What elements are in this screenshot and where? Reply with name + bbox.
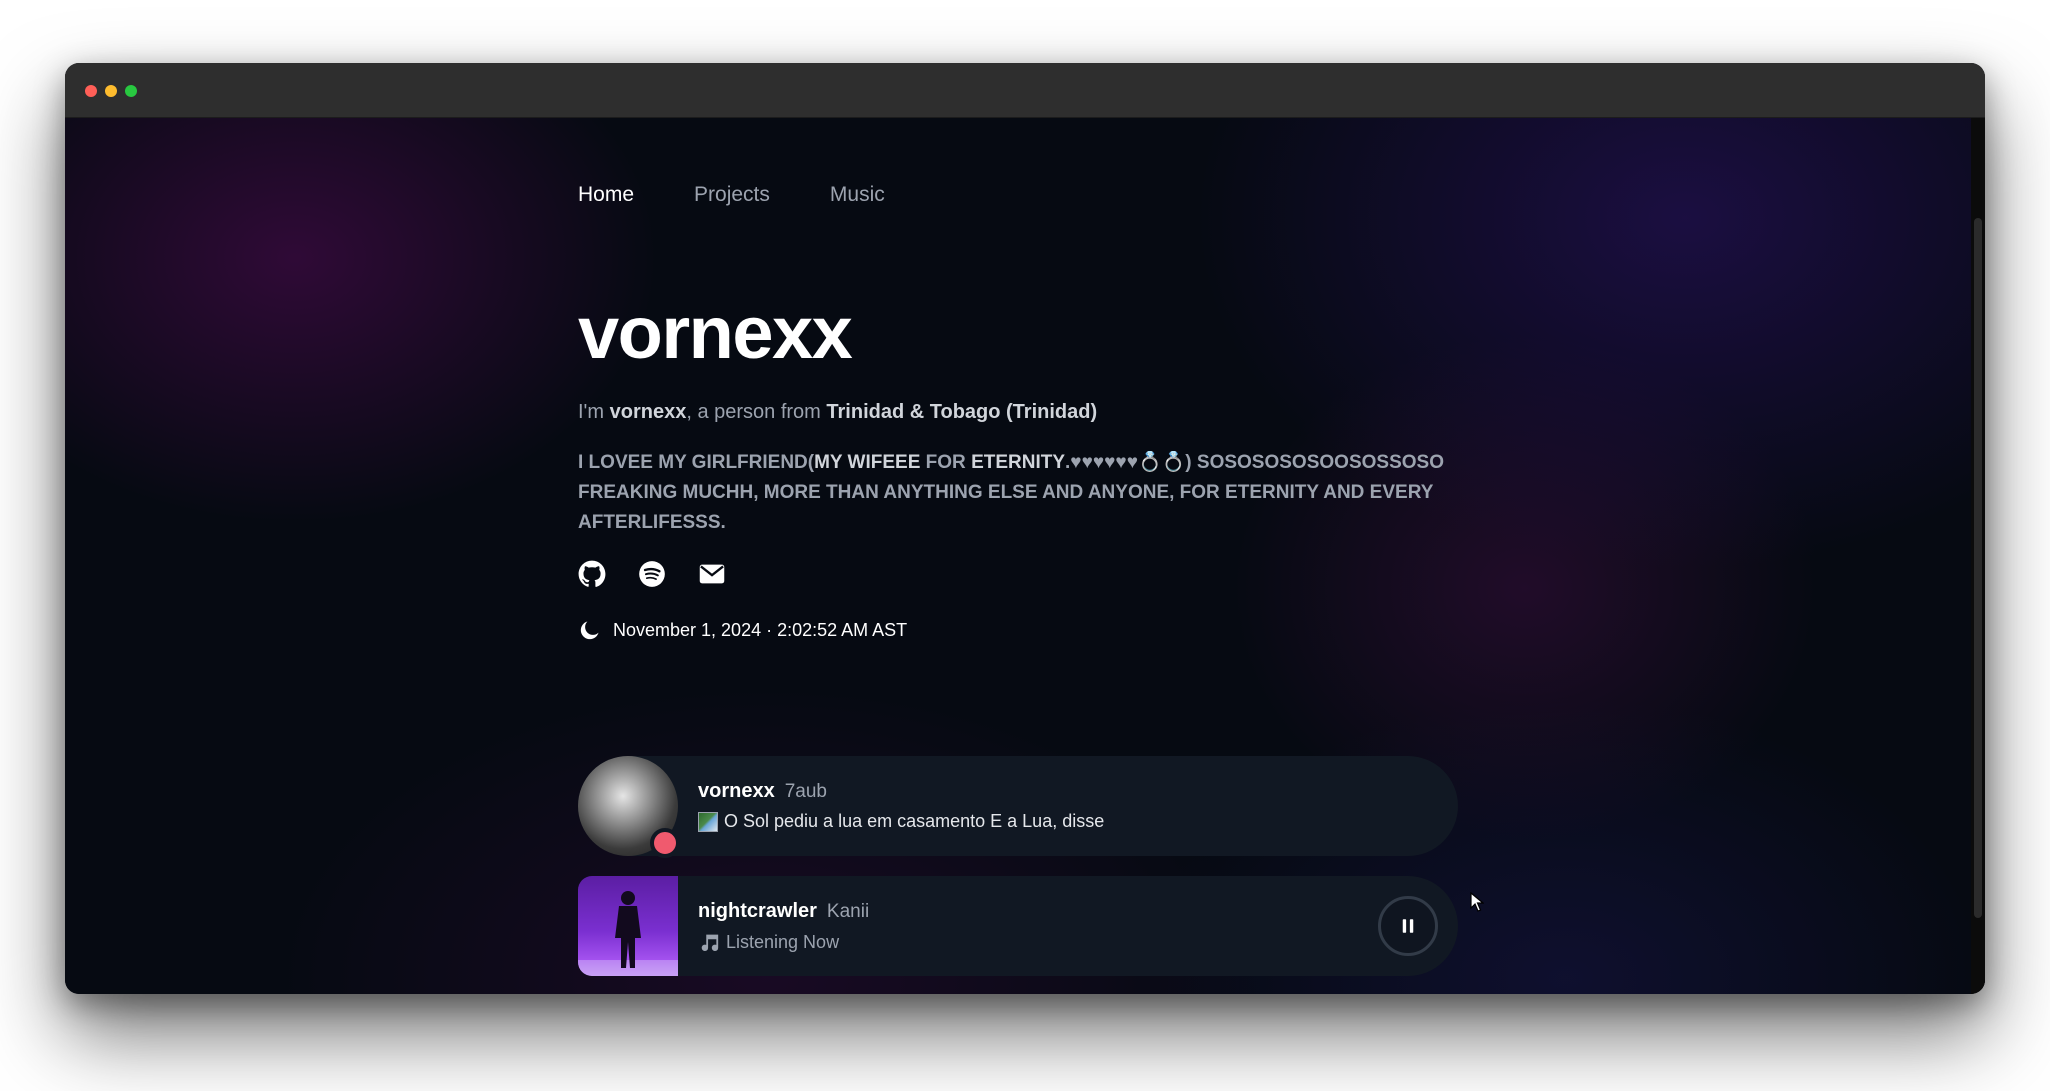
track-title: nightcrawler xyxy=(698,900,817,922)
spotify-link[interactable] xyxy=(638,560,666,588)
discord-username: vornexx xyxy=(698,780,775,802)
local-datetime: November 1, 2024 · 2:02:52 AM AST xyxy=(578,618,907,642)
nav-projects-link[interactable]: Projects xyxy=(694,183,770,207)
window-titlebar xyxy=(65,63,1985,118)
close-window-button[interactable] xyxy=(85,85,97,97)
minimize-window-button[interactable] xyxy=(105,85,117,97)
moon-icon xyxy=(580,621,599,640)
browser-window: Home Projects Music vornexx I'm vornexx,… xyxy=(65,63,1985,994)
intro-prefix: I'm xyxy=(578,401,605,423)
mouse-cursor-icon xyxy=(1470,892,1484,912)
album-cover xyxy=(578,876,678,976)
intro-location: Trinidad & Tobago (Trinidad) xyxy=(826,401,1098,423)
discord-status-text: O Sol pediu a lua em casamento E a Lua, … xyxy=(724,811,1105,831)
bio-part-1: I LOVEE MY GIRLFRIEND( xyxy=(578,452,815,473)
music-note-icon xyxy=(701,934,719,952)
bio-emphasis-1: MY WIFEEE xyxy=(814,452,921,473)
datetime-text: November 1, 2024 · 2:02:52 AM AST xyxy=(613,619,908,640)
album-art-figure xyxy=(578,891,678,976)
nav-music-link[interactable]: Music xyxy=(830,183,885,207)
bio-text: I LOVEE MY GIRLFRIEND(MY WIFEEE FOR ETER… xyxy=(578,448,1448,538)
spotify-icon xyxy=(639,561,665,587)
listening-status-text: Listening Now xyxy=(726,931,840,952)
track-artist: Kanii xyxy=(826,901,870,922)
github-icon xyxy=(578,560,606,587)
scrollbar-thumb[interactable] xyxy=(1974,218,1982,918)
page-scrollbar[interactable] xyxy=(1971,118,1985,994)
page-viewport: Home Projects Music vornexx I'm vornexx,… xyxy=(65,118,1985,994)
bio-emphasis-2: ETERNITY xyxy=(971,452,1066,473)
nav-home-link[interactable]: Home xyxy=(578,183,634,207)
mail-icon xyxy=(699,564,725,584)
discord-avatar-wrapper xyxy=(578,756,680,858)
bio-part-3: .♥♥♥♥♥♥💍💍) xyxy=(1065,452,1192,473)
now-playing-card: nightcrawler Kanii Listening Now xyxy=(578,876,1458,976)
track-line: nightcrawler Kanii xyxy=(698,900,869,923)
discord-tag: 7aub xyxy=(784,781,827,802)
maximize-window-button[interactable] xyxy=(125,85,137,97)
custom-status-emoji-icon xyxy=(698,811,718,832)
email-link[interactable] xyxy=(698,560,726,588)
discord-status-card: vornexx 7aub O Sol pediu a lua em casame… xyxy=(578,756,1458,858)
intro-text: I'm vornexx, a person from Trinidad & To… xyxy=(578,401,1097,424)
pause-icon xyxy=(1402,919,1414,933)
pause-button[interactable] xyxy=(1378,896,1438,956)
page-title: vornexx xyxy=(578,291,853,374)
social-links xyxy=(578,560,758,588)
github-link[interactable] xyxy=(578,560,606,588)
top-nav: Home Projects Music xyxy=(578,183,945,207)
intro-name: vornexx xyxy=(609,401,687,423)
intro-middle: , a person from xyxy=(686,401,821,423)
status-indicator xyxy=(650,828,680,858)
bio-part-2: FOR xyxy=(920,452,972,473)
discord-user-line: vornexx 7aub xyxy=(698,780,827,803)
listening-status-line: Listening Now xyxy=(698,931,839,953)
discord-status-line: O Sol pediu a lua em casamento E a Lua, … xyxy=(698,811,1104,832)
